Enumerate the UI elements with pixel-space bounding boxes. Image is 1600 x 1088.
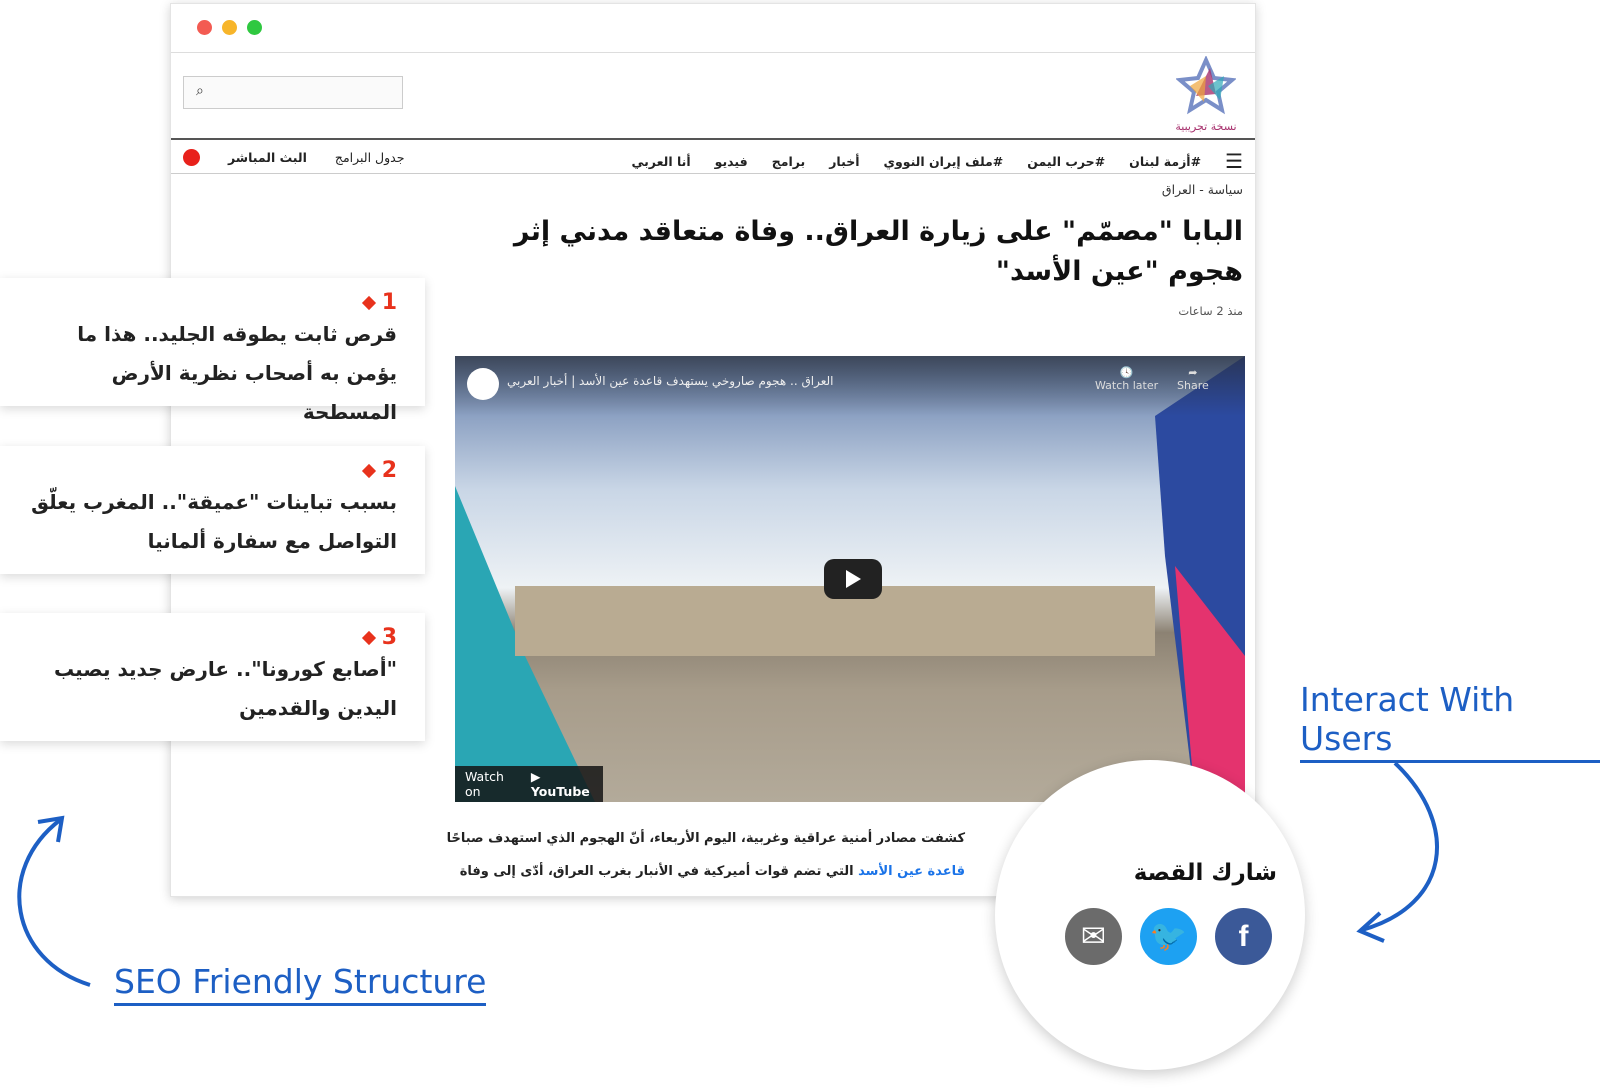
card-text: قرص ثابت يطوقه الجليد.. هذا ما يؤمن به أ… xyxy=(77,322,397,424)
share-button[interactable]: ➦ Share xyxy=(1177,366,1209,392)
facebook-icon[interactable]: f xyxy=(1215,908,1272,965)
youtube-label: YouTube xyxy=(530,784,590,799)
nav-item[interactable]: أنا العربي xyxy=(631,154,690,169)
search-input[interactable]: ⌕ xyxy=(183,76,403,109)
watch-on-label: Watch on xyxy=(465,769,504,799)
article-time: منذ 2 ساعات xyxy=(1178,304,1243,318)
close-button[interactable] xyxy=(197,20,212,35)
card-number: 1 xyxy=(381,290,397,315)
article-title: البابا "مصمّم" على زيارة العراق.. وفاة م… xyxy=(513,216,1243,287)
site-logo[interactable]: نسخة تجريبية xyxy=(1171,55,1241,133)
live-link[interactable]: البث المباشر xyxy=(228,150,307,165)
watch-later-button[interactable]: 🕓 Watch later xyxy=(1095,366,1158,392)
schedule-link[interactable]: جدول البرامج xyxy=(335,150,405,165)
share-title: شارك القصة xyxy=(1133,860,1277,886)
card-number: 2 xyxy=(381,458,397,483)
body-text: التي تضم قوات أميركية في الأنبار بغرب ال… xyxy=(459,864,859,879)
related-card[interactable]: 1 قرص ثابت يطوقه الجليد.. هذا ما يؤمن به… xyxy=(0,278,425,424)
maximize-button[interactable] xyxy=(247,20,262,35)
card-number: 3 xyxy=(381,625,397,650)
nav-item[interactable]: #ملف إيران النووي xyxy=(884,154,1004,169)
main-nav: ☰ #أزمة لبنان #حرب اليمن #ملف إيران النو… xyxy=(171,138,1255,174)
share-icon: ➦ xyxy=(1188,366,1198,379)
nav-item[interactable]: برامج xyxy=(772,154,806,169)
play-icon xyxy=(845,570,861,588)
related-card[interactable]: 2 بسبب تباينات "عميقة".. المغرب يعلّق ال… xyxy=(0,446,425,574)
watch-later-label: Watch later xyxy=(1095,379,1159,392)
seo-label: SEO Friendly Structure xyxy=(114,962,487,1006)
nav-item[interactable]: #حرب اليمن xyxy=(1027,154,1105,169)
diamond-icon xyxy=(361,463,376,478)
youtube-logo: ▶ YouTube xyxy=(530,769,590,799)
clock-icon: 🕓 xyxy=(1119,366,1134,379)
arrow-icon xyxy=(1356,761,1439,943)
body-link[interactable]: قاعدة عين الأسد xyxy=(858,864,965,879)
body-text: كشفت مصادر أمنية عراقية وغربية، اليوم ال… xyxy=(446,831,965,846)
live-icon xyxy=(183,149,200,166)
minimize-button[interactable] xyxy=(222,20,237,35)
nav-item[interactable]: أخبار xyxy=(829,154,859,169)
diamond-icon xyxy=(361,630,376,645)
divider xyxy=(171,52,1255,53)
card-text: بسبب تباينات "عميقة".. المغرب يعلّق التو… xyxy=(31,490,397,553)
article-body: كشفت مصادر أمنية عراقية وغربية، اليوم ال… xyxy=(445,822,965,888)
arrow-icon xyxy=(17,815,91,987)
logo-caption: نسخة تجريبية xyxy=(1175,120,1237,133)
share-label: Share xyxy=(1177,379,1209,392)
nav-item[interactable]: فيديو xyxy=(715,154,748,169)
video-title[interactable]: العراق .. هجوم صاروخي يستهدف قاعدة عين ا… xyxy=(507,374,834,388)
search-icon: ⌕ xyxy=(196,83,204,99)
menu-icon[interactable]: ☰ xyxy=(1225,149,1243,173)
logo-mark xyxy=(1175,55,1237,115)
channel-logo[interactable] xyxy=(467,368,499,400)
diamond-icon xyxy=(361,295,376,310)
video-top-bar: العراق .. هجوم صاروخي يستهدف قاعدة عين ا… xyxy=(455,356,1245,416)
related-card[interactable]: 3 "أصابع كورونا".. عارض جديد يصيب اليدين… xyxy=(0,613,425,741)
card-text: "أصابع كورونا".. عارض جديد يصيب اليدين و… xyxy=(53,657,397,720)
share-panel: شارك القصة ✉ 🐦 f xyxy=(995,760,1305,1070)
nav-item[interactable]: #أزمة لبنان xyxy=(1129,154,1201,169)
email-icon[interactable]: ✉ xyxy=(1065,908,1122,965)
twitter-icon[interactable]: 🐦 xyxy=(1140,908,1197,965)
play-button[interactable] xyxy=(824,559,882,599)
watch-on-youtube[interactable]: Watch on ▶ YouTube xyxy=(455,766,603,802)
window-controls xyxy=(197,20,262,35)
breadcrumb[interactable]: سياسة - العراق xyxy=(1162,182,1243,197)
video-player[interactable]: العراق .. هجوم صاروخي يستهدف قاعدة عين ا… xyxy=(455,356,1245,802)
interact-label: Interact With Users xyxy=(1300,680,1600,763)
